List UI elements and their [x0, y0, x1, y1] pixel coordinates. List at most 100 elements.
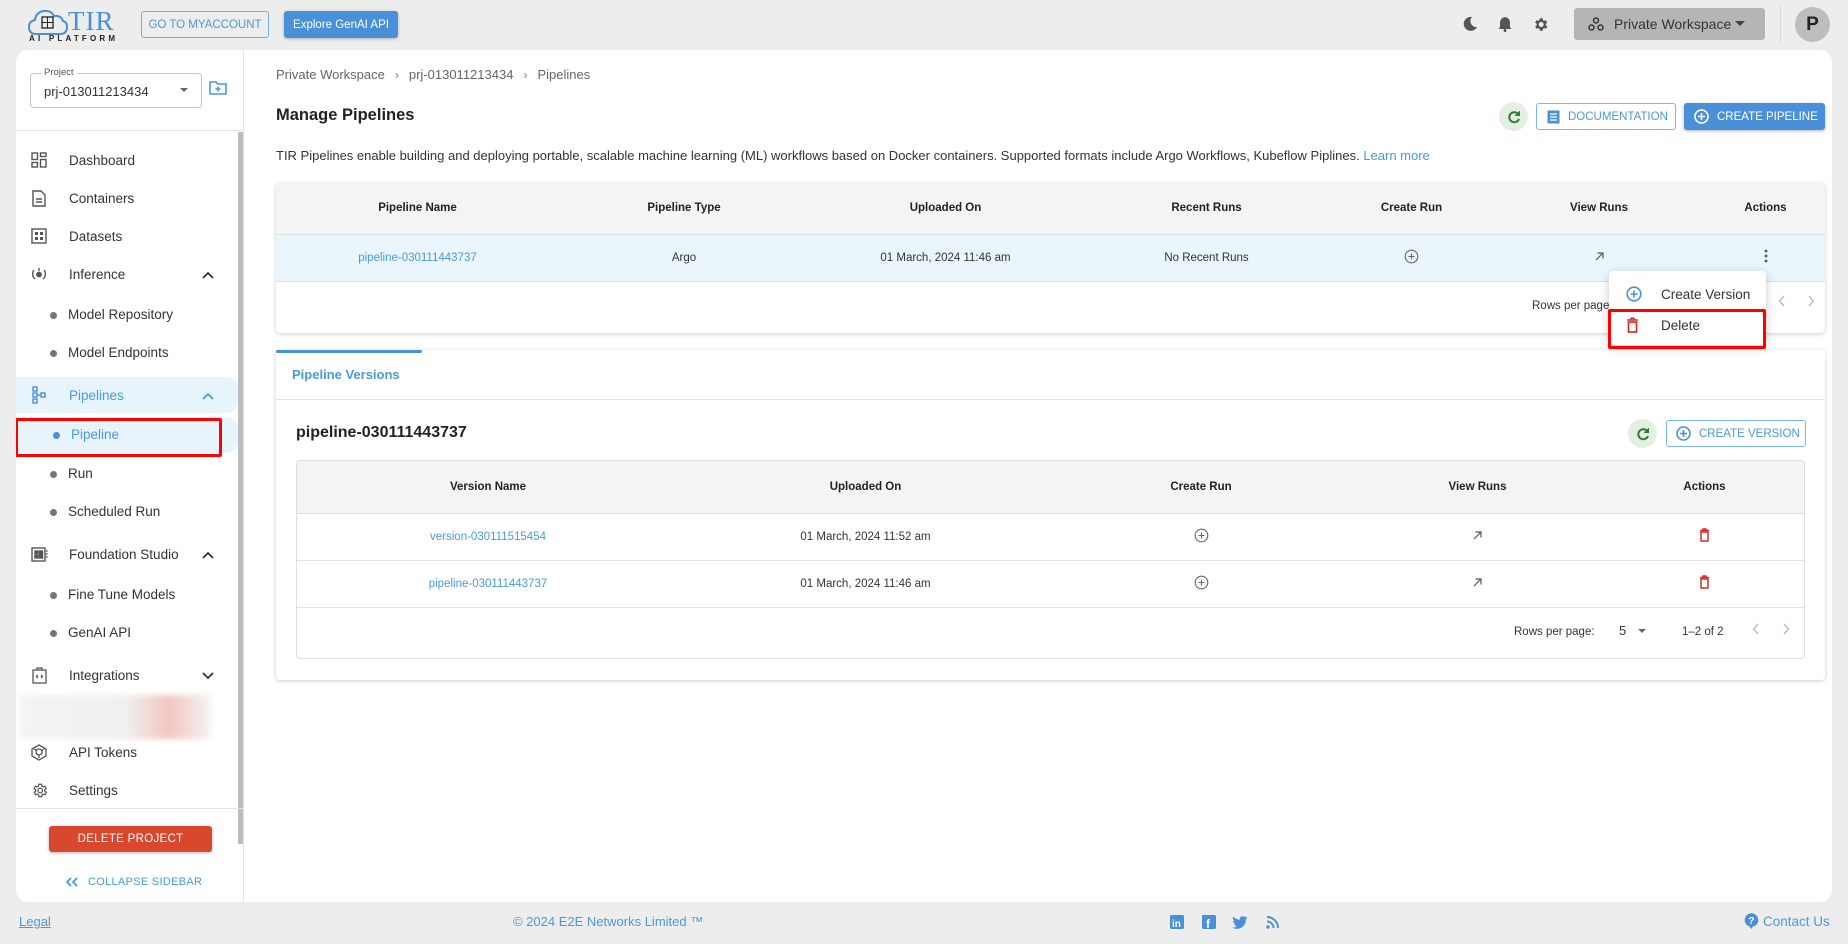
collapse-sidebar-button[interactable]: COLLAPSE SIDEBAR: [66, 876, 202, 888]
pipeline-name-link[interactable]: pipeline-030111443737: [358, 252, 477, 264]
pipelines-table-panel: Pipeline Name Pipeline Type Uploaded On …: [276, 183, 1825, 333]
open-external-icon[interactable]: [1472, 530, 1483, 544]
column-header[interactable]: Pipeline Type: [559, 183, 809, 235]
collapse-sidebar-label: COLLAPSE SIDEBAR: [88, 876, 203, 888]
sidebar-item-pipeline[interactable]: Pipeline: [16, 417, 238, 453]
version-name-link[interactable]: pipeline-030111443737: [429, 578, 548, 590]
pagination-next-button[interactable]: [1807, 295, 1815, 307]
integrations-icon: [30, 666, 48, 684]
contact-us-link[interactable]: ? Contact Us: [1744, 913, 1830, 929]
sidebar-item-foundation-studio[interactable]: Foundation Studio: [16, 536, 238, 572]
sidebar: Project prj-013011213434 Dashboard Conta…: [16, 50, 244, 902]
add-circle-icon: [1676, 426, 1691, 441]
bell-icon[interactable]: [1495, 14, 1515, 34]
rss-icon[interactable]: [1264, 914, 1280, 930]
breadcrumb-item[interactable]: prj-013011213434: [409, 67, 514, 82]
sidebar-item-scheduled-run[interactable]: Scheduled Run: [16, 494, 238, 530]
pipelines-table: Pipeline Name Pipeline Type Uploaded On …: [276, 183, 1825, 282]
sidebar-item-datasets[interactable]: Datasets: [16, 218, 238, 254]
refresh-button[interactable]: [1499, 102, 1528, 131]
create-run-icon[interactable]: [1194, 575, 1209, 593]
table-row[interactable]: pipeline-030111443737 Argo 01 March, 202…: [276, 234, 1825, 282]
new-project-folder-icon[interactable]: [209, 80, 227, 100]
project-select[interactable]: Project prj-013011213434: [30, 67, 202, 108]
create-run-cell: [1052, 560, 1350, 608]
sidebar-item-pipelines[interactable]: Pipelines: [16, 377, 238, 413]
twitter-icon[interactable]: [1232, 914, 1248, 930]
uploaded-on-cell: 01 March, 2024 11:46 am: [679, 560, 1052, 608]
sidebar-item-model-repository[interactable]: Model Repository: [16, 297, 238, 333]
sidebar-item-label: Model Repository: [68, 307, 174, 322]
menu-item-delete[interactable]: Delete: [1609, 310, 1766, 340]
breadcrumb-item[interactable]: Private Workspace: [276, 67, 385, 82]
column-header[interactable]: Uploaded On: [809, 183, 1082, 235]
explore-genai-api-button[interactable]: Explore GenAI API: [284, 11, 398, 38]
create-pipeline-button[interactable]: CREATE PIPELINE: [1684, 103, 1825, 130]
sidebar-item-fine-tune-models[interactable]: Fine Tune Models: [16, 577, 238, 613]
more-vertical-icon[interactable]: [1764, 249, 1768, 266]
sidebar-item-settings[interactable]: Settings: [16, 772, 238, 808]
linkedin-icon[interactable]: in: [1169, 914, 1185, 930]
table-header-row: Pipeline Name Pipeline Type Uploaded On …: [276, 183, 1825, 235]
table-row[interactable]: pipeline-030111443737 01 March, 2024 11:…: [297, 560, 1804, 608]
recent-runs-cell: No Recent Runs: [1082, 234, 1331, 282]
create-version-label: CREATE VERSION: [1699, 427, 1800, 440]
sidebar-item-run[interactable]: Run: [16, 456, 238, 492]
top-bar: TIR AI PLATFORM GO TO MYACCOUNT Explore …: [0, 0, 1848, 50]
menu-item-create-version[interactable]: Create Version: [1609, 279, 1766, 309]
column-header[interactable]: Uploaded On: [679, 461, 1052, 514]
column-header: Actions: [1706, 183, 1825, 235]
pipeline-name-cell: pipeline-030111443737: [276, 234, 559, 282]
pagination-prev-button[interactable]: [1752, 623, 1760, 635]
sidebar-item-containers[interactable]: Containers: [16, 180, 238, 216]
sidebar-item-dashboard[interactable]: Dashboard: [16, 142, 238, 178]
tir-logo[interactable]: TIR AI PLATFORM: [28, 6, 124, 44]
sidebar-item-label: Inference: [69, 266, 126, 282]
chevron-right-icon: [1808, 295, 1815, 307]
create-run-icon[interactable]: [1194, 528, 1209, 546]
pagination-prev-button[interactable]: [1778, 295, 1786, 307]
workspace-selector[interactable]: Private Workspace: [1574, 8, 1765, 40]
pipeline-versions-panel: Pipeline Versions pipeline-030111443737 …: [276, 350, 1825, 680]
sidebar-item-label: Pipelines: [69, 387, 124, 403]
moon-icon[interactable]: [1460, 14, 1480, 34]
pagination-next-button[interactable]: [1782, 623, 1790, 635]
column-header: Recent Runs: [1082, 183, 1331, 235]
pagination-range: 1–2 of 2: [1682, 626, 1724, 638]
sidebar-item-inference[interactable]: Inference: [16, 256, 238, 292]
open-external-icon[interactable]: [1472, 577, 1483, 591]
documentation-button[interactable]: DOCUMENTATION: [1536, 103, 1676, 130]
sidebar-item-model-endpoints[interactable]: Model Endpoints: [16, 335, 238, 371]
column-header[interactable]: Version Name: [297, 461, 679, 514]
delete-project-button[interactable]: DELETE PROJECT: [49, 826, 212, 852]
bullet-icon: [50, 630, 57, 637]
refresh-icon: [1636, 427, 1649, 440]
facebook-icon[interactable]: f: [1201, 914, 1217, 930]
sidebar-scrollbar[interactable]: [238, 132, 243, 844]
legal-link[interactable]: Legal: [19, 914, 51, 929]
sidebar-item-genai-api[interactable]: GenAI API: [16, 615, 238, 651]
versions-table-container: Version Name Uploaded On Create Run View…: [296, 460, 1805, 659]
dashboard-icon: [30, 151, 48, 169]
column-header[interactable]: Pipeline Name: [276, 183, 559, 235]
avatar[interactable]: P: [1795, 7, 1830, 42]
gear-icon[interactable]: [1530, 14, 1550, 34]
trash-icon[interactable]: [1699, 575, 1710, 592]
refresh-versions-button[interactable]: [1628, 419, 1657, 448]
create-version-button[interactable]: CREATE VERSION: [1666, 420, 1806, 447]
version-name-link[interactable]: version-030111515454: [430, 531, 546, 543]
chevron-down-icon: [180, 88, 188, 92]
go-to-myaccount-button[interactable]: GO TO MYACCOUNT: [141, 11, 269, 38]
open-external-icon[interactable]: [1594, 251, 1605, 265]
description-text: TIR Pipelines enable building and deploy…: [276, 148, 1360, 163]
learn-more-link[interactable]: Learn more: [1363, 148, 1429, 163]
divider: [276, 399, 1825, 400]
create-pipeline-label: CREATE PIPELINE: [1717, 110, 1818, 123]
table-row[interactable]: version-030111515454 01 March, 2024 11:5…: [297, 513, 1804, 561]
tab-pipeline-versions[interactable]: Pipeline Versions: [292, 367, 400, 382]
rows-per-page-select[interactable]: 5: [1619, 623, 1647, 638]
trash-icon[interactable]: [1699, 528, 1710, 545]
sidebar-item-api-tokens[interactable]: API Tokens: [16, 734, 238, 770]
sidebar-item-integrations[interactable]: Integrations: [16, 657, 238, 693]
create-run-icon[interactable]: [1404, 249, 1419, 267]
